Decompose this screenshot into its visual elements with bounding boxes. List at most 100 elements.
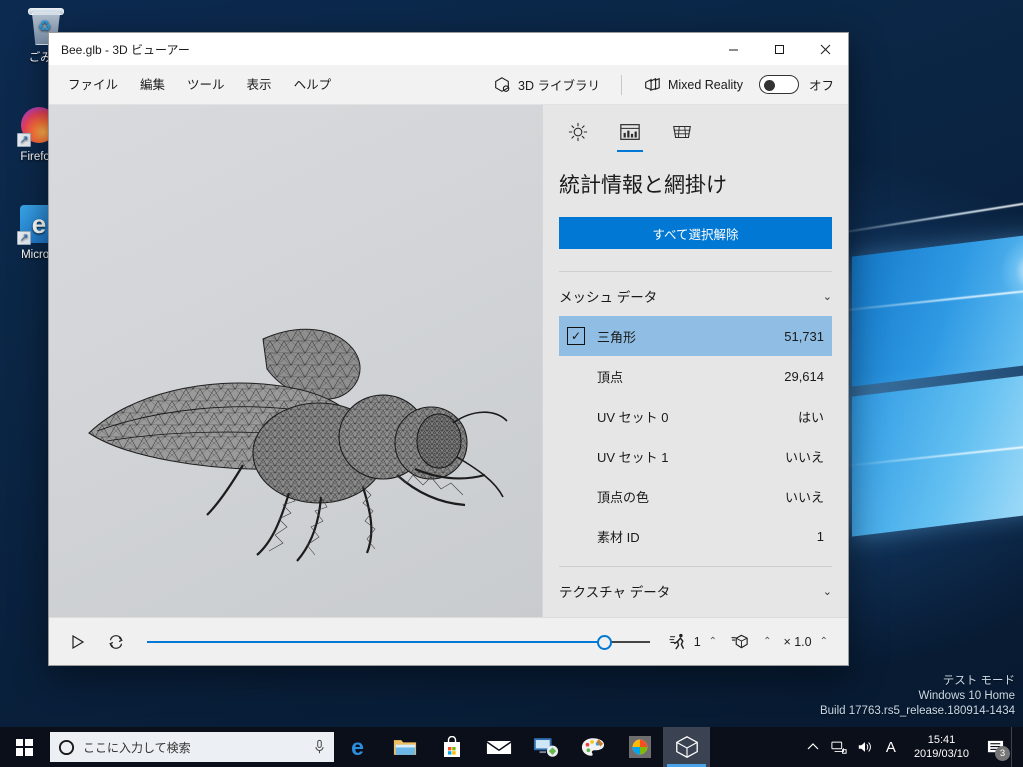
ime-indicator[interactable]: A [878,727,904,767]
row-label: 頂点 [597,369,624,385]
bee-head [394,406,468,480]
clock[interactable]: 15:41 2019/03/10 [904,733,979,761]
network-button[interactable] [826,727,852,767]
mail-envelope-icon [486,740,511,754]
3d-library-button[interactable]: 3D ライブラリ [483,70,610,100]
mixed-reality-button[interactable]: Mixed Reality [633,70,753,100]
section-header-texture-data[interactable]: テクスチャ データ ⌄ [543,571,848,611]
mixed-reality-icon [645,77,660,91]
search-input[interactable]: ここに入力して検索 [83,739,305,756]
panel-title: 統計情報と網掛け [559,174,727,197]
taskbar-app-mail[interactable] [475,727,522,767]
store-bag-icon [443,736,460,757]
cortana-circle-icon [58,739,75,755]
menu-help[interactable]: ヘルプ [283,65,343,105]
menu-file[interactable]: ファイル [57,65,129,105]
tray-expand-button[interactable] [800,727,826,767]
table-row[interactable]: UV セット 0 はい [559,396,832,436]
table-row[interactable]: 頂点 29,614 [559,356,832,396]
speed-value: × 1.0 [783,634,812,649]
slider-thumb[interactable] [597,634,613,650]
taskbar-app-file-explorer[interactable] [381,727,428,767]
speed-selector[interactable]: × 1.0 ⌃ [779,635,836,649]
deselect-all-button[interactable]: すべて選択解除 [559,217,832,249]
3d-library-label: 3D ライブラリ [518,79,600,93]
tab-lighting[interactable] [557,115,599,149]
search-box[interactable]: ここに入力して検索 [50,732,334,762]
loop-button[interactable] [99,625,133,659]
3d-viewer-window: Bee.glb - 3D ビューアー ファイル 編集 ツール 表示 ヘルプ 3D… [48,32,849,666]
row-value: 1 [816,528,824,544]
taskbar-app-microsoft-store[interactable] [428,727,475,767]
row-checkbox[interactable]: ✓ [567,327,585,345]
volume-button[interactable] [852,727,878,767]
chevron-up-icon[interactable]: ⌃ [759,636,775,647]
bee-wireframe-model [88,328,508,562]
row-label: 素材 ID [597,529,640,545]
chevron-down-icon: ⌄ [822,585,832,598]
model-cube-icon [729,631,751,653]
row-label: UV セット 0 [597,409,669,425]
cube-icon [495,76,510,92]
close-icon [820,44,830,54]
row-value: 29,614 [784,368,824,384]
taskbar-app-remote-desktop[interactable] [522,727,569,767]
play-icon [72,634,85,649]
clock-time: 15:41 [927,734,956,746]
section-header-mesh-data[interactable]: メッシュ データ ⌄ [543,276,848,316]
tab-statistics[interactable] [609,115,651,152]
chevron-up-icon[interactable]: ⌃ [816,636,832,647]
taskbar-app-paint-3d[interactable] [569,727,616,767]
system-tray: A 15:41 2019/03/10 3 [800,727,1023,767]
play-button[interactable] [61,625,95,659]
table-row[interactable]: UV セット 1 いいえ [559,436,832,476]
row-label: UV セット 1 [597,449,669,465]
3d-viewer-cube-icon [675,736,698,758]
animation-run-icon [668,631,690,653]
window-titlebar[interactable]: Bee.glb - 3D ビューアー [49,33,848,65]
model-selector[interactable]: ⌃ [725,631,775,653]
maximize-icon [774,44,784,54]
taskbar-app-microsoft-edge[interactable]: e [334,727,381,767]
menu-edit[interactable]: 編集 [129,65,176,105]
mixed-reality-toggle[interactable] [758,75,799,94]
panel-divider [559,271,832,272]
paint-palette-icon [581,738,604,756]
close-button[interactable] [802,33,848,65]
microphone-icon[interactable] [313,739,326,755]
show-desktop-button[interactable] [1011,727,1019,767]
table-row[interactable]: 頂点の色 いいえ [559,476,832,516]
minimize-button[interactable] [710,33,756,65]
chevron-down-icon: ⌄ [822,290,832,303]
start-button[interactable] [0,727,48,767]
windows-test-mode-watermark: テスト モード Windows 10 Home Build 17763.rs5_… [820,674,1015,719]
mixed-reality-state: オフ [808,79,834,93]
panel-tab-bar [543,105,848,152]
animation-stepper[interactable]: 1 ⌃ [664,631,721,653]
taskbar-app-photos[interactable] [616,727,663,767]
volume-icon [858,742,871,752]
playback-toolbar: 1 ⌃ ⌃ × 1.0 ⌃ [49,617,848,665]
maximize-button[interactable] [756,33,802,65]
taskbar-app-3d-viewer[interactable] [663,727,710,767]
menu-view[interactable]: 表示 [236,65,283,105]
table-row[interactable]: ✓ 三角形 51,731 [559,316,832,356]
chevron-up-icon[interactable]: ⌃ [705,636,721,647]
action-center-button[interactable]: 3 [979,727,1011,767]
3d-viewport[interactable] [49,105,542,617]
menu-bar: ファイル 編集 ツール 表示 ヘルプ 3D ライブラリ Mixed Realit… [49,65,848,105]
edge-icon: e [351,733,364,760]
table-row[interactable]: 素材 ID 1 [559,516,832,556]
mesh-data-rows: ✓ 三角形 51,731 頂点 29,614 UV セット 0 はい UV セッ… [543,316,848,556]
watermark-line-2: Windows 10 Home [918,690,1015,702]
timeline-slider[interactable] [147,625,650,659]
minimize-icon [728,49,738,50]
menu-items: ファイル 編集 ツール 表示 ヘルプ [57,65,342,105]
wireframe-grid-icon [673,125,691,139]
menu-tools[interactable]: ツール [176,65,236,105]
row-value: 51,731 [784,328,824,344]
clock-date: 2019/03/10 [913,748,969,760]
row-value: いいえ [784,449,824,465]
tab-wireframe[interactable] [661,115,703,149]
mixed-reality-label: Mixed Reality [667,77,743,92]
